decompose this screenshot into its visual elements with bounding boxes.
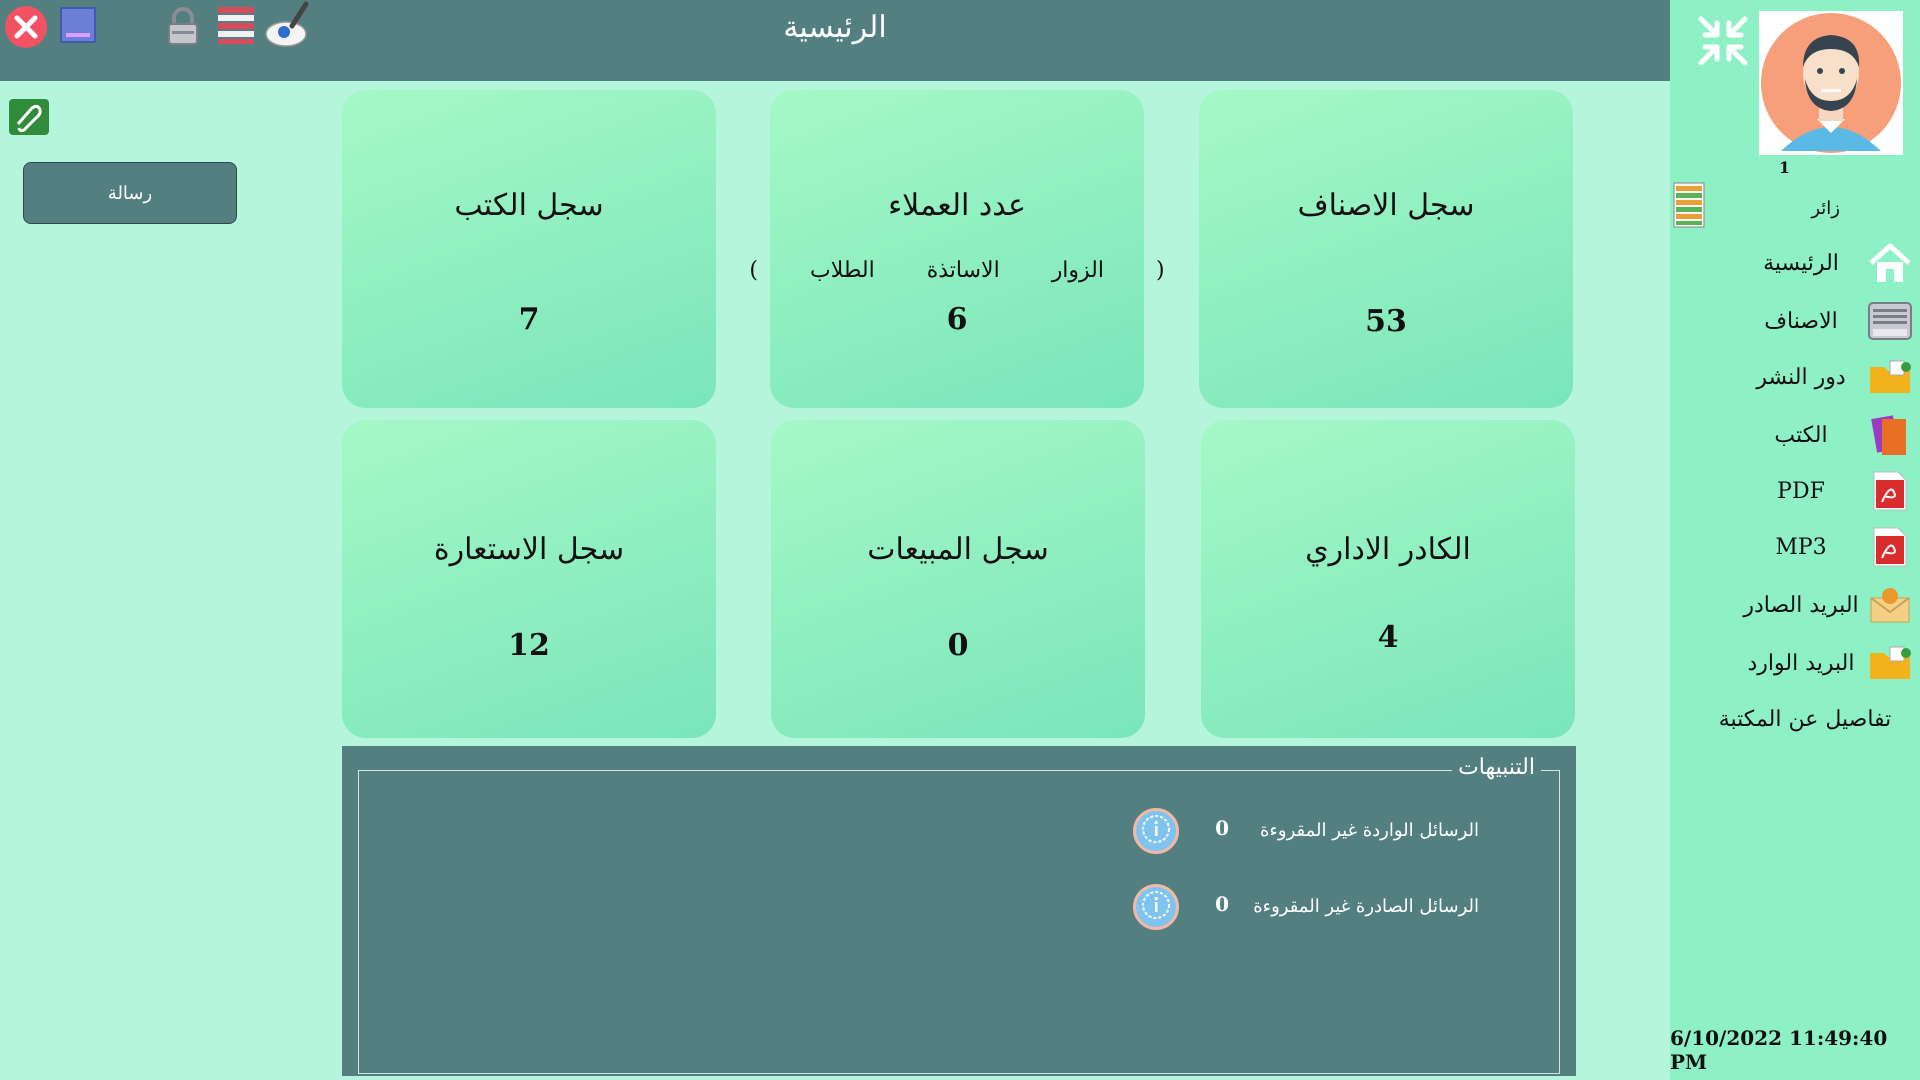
sidebar-item-library-details[interactable]: تفاصيل عن المكتبة [1670, 694, 1920, 744]
home-icon [1866, 239, 1914, 287]
sidebar-item-label: البريد الصادر [1743, 592, 1859, 618]
sidebar-item-label: تفاصيل عن المكتبة [1718, 706, 1892, 732]
close-icon[interactable] [4, 5, 48, 53]
inbox-icon [1866, 639, 1914, 687]
client-type-students: الطلاب [809, 258, 875, 283]
card-categories[interactable]: سجل الاصناف 53 [1199, 90, 1573, 408]
card-title: سجل الكتب [454, 188, 604, 223]
card-clients[interactable]: عدد العملاء ( الزوار الاساتذة الطلاب ) 6 [749, 90, 1165, 408]
alert-row: الرسائل الواردة غير المقروءة 0 [359, 808, 1559, 858]
categories-drawer-icon [1866, 297, 1914, 345]
user-role: زائر [1811, 198, 1840, 219]
sidebar-item-publishers[interactable]: دور النشر [1670, 352, 1920, 402]
alerts-legend: التنبيهات [1452, 755, 1541, 780]
info-icon [1141, 814, 1171, 848]
title-bar: الرئيسية [0, 0, 1670, 81]
info-icon [1141, 890, 1171, 924]
pdf-icon [1866, 467, 1914, 515]
alert-label: الرسائل الصادرة غير المقروءة [1253, 896, 1479, 917]
paren-open: ( [1156, 258, 1165, 283]
card-value: 6 [946, 302, 968, 337]
alert-count: 0 [1215, 816, 1229, 840]
info-button[interactable] [1133, 808, 1179, 854]
sidebar-item-home[interactable]: الرئيسية [1670, 238, 1920, 288]
sidebar-item-label: دور النشر [1756, 364, 1846, 390]
card-value: 53 [1365, 304, 1407, 339]
publishers-folder-icon [1866, 353, 1914, 401]
sidebar-item-books[interactable]: الكتب [1670, 410, 1920, 460]
alerts-panel: التنبيهات الرسائل الواردة غير المقروءة 0… [342, 746, 1576, 1076]
client-types: ( الزوار الاساتذة الطلاب ) [749, 258, 1164, 283]
message-button[interactable]: رسالة [23, 162, 237, 224]
sidebar-item-label: البريد الوارد [1747, 650, 1855, 676]
card-books[interactable]: سجل الكتب 7 [342, 90, 716, 408]
sidebar-item-label: MP3 [1775, 534, 1827, 560]
outbox-icon [1866, 581, 1914, 629]
client-type-visitors: الزوار [1051, 258, 1105, 283]
attachment-icon[interactable] [8, 98, 50, 140]
card-title: الكادر الاداري [1305, 532, 1471, 567]
sidebar-item-label: PDF [1777, 478, 1825, 504]
alerts-group: التنبيهات الرسائل الواردة غير المقروءة 0… [358, 755, 1560, 1074]
card-borrowing[interactable]: سجل الاستعارة 12 [342, 420, 716, 738]
paren-close: ) [749, 258, 758, 283]
card-value: 4 [1377, 620, 1399, 655]
sidebar-item-categories[interactable]: الاصناف [1670, 296, 1920, 346]
flag-icon[interactable] [216, 5, 256, 49]
card-value: 12 [508, 628, 550, 663]
info-button[interactable] [1133, 884, 1179, 930]
card-title: عدد العملاء [888, 188, 1026, 223]
avatar [1759, 11, 1903, 155]
shrink-icon[interactable] [1696, 14, 1750, 72]
client-type-teachers: الاساتذة [926, 258, 1000, 283]
mp3-icon [1866, 523, 1914, 571]
books-icon [1866, 411, 1914, 459]
theme-brush-icon[interactable] [262, 0, 312, 54]
list-view-icon[interactable] [1673, 182, 1705, 232]
sidebar-item-outbox[interactable]: البريد الصادر [1670, 580, 1920, 630]
card-title: سجل الاستعارة [433, 532, 625, 567]
sidebar-item-label: الاصناف [1764, 308, 1838, 334]
sidebar-item-label: الرئيسية [1763, 250, 1839, 276]
card-staff[interactable]: الكادر الاداري 4 [1201, 420, 1575, 738]
sidebar-item-pdf[interactable]: PDF [1670, 466, 1920, 516]
card-value: 7 [518, 302, 540, 337]
sidebar-item-mp3[interactable]: MP3 [1670, 522, 1920, 572]
card-sales[interactable]: سجل المبيعات 0 [771, 420, 1145, 738]
alert-label: الرسائل الواردة غير المقروءة [1259, 820, 1479, 841]
datetime: 6/10/2022 11:49:40 PM [1670, 1026, 1888, 1074]
lock-icon[interactable] [164, 6, 202, 50]
sidebar-item-label: الكتب [1774, 422, 1828, 448]
card-value: 0 [947, 628, 969, 663]
card-title: سجل المبيعات [867, 532, 1049, 567]
user-id: 1 [1778, 158, 1790, 177]
alert-row: الرسائل الصادرة غير المقروءة 0 [359, 884, 1559, 934]
sidebar: 1 زائر الرئيسية الاصناف دور النشر الكتب … [1670, 0, 1920, 1080]
alert-count: 0 [1215, 892, 1229, 916]
minimize-icon[interactable] [58, 5, 100, 51]
sidebar-item-inbox[interactable]: البريد الوارد [1670, 638, 1920, 688]
card-title: سجل الاصناف [1297, 188, 1475, 223]
